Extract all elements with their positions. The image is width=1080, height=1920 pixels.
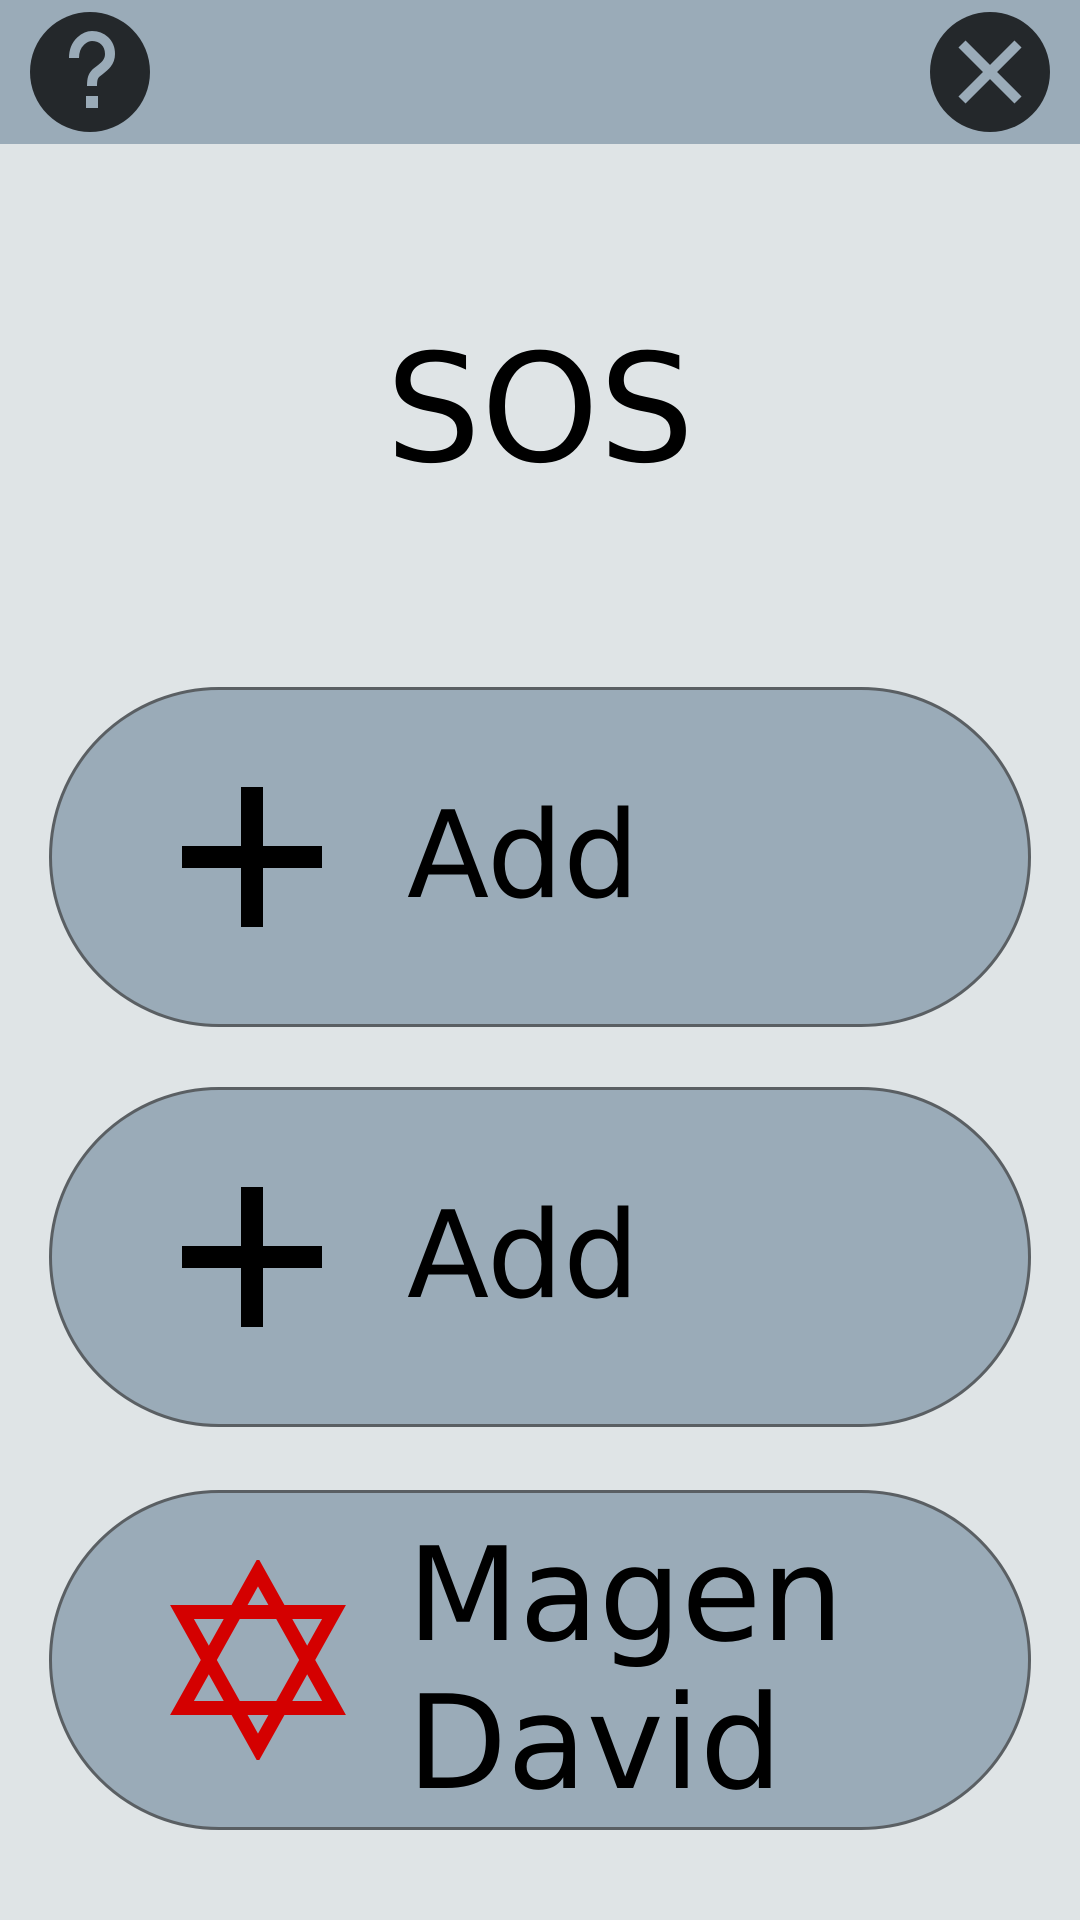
top-bar [0,0,1080,144]
add-contact-button-1[interactable]: Add [49,687,1031,1027]
plus-icon [182,787,322,927]
page-title: SOS [385,323,695,497]
help-button[interactable] [30,12,150,132]
contact-label: Add [407,787,640,926]
magen-david-adom-button[interactable]: Magen David Adom [49,1490,1031,1830]
close-x-icon [958,40,1022,104]
star-of-david-icon [170,1560,346,1760]
add-contact-button-2[interactable]: Add [49,1087,1031,1427]
question-mark-icon [69,30,116,108]
plus-icon [182,1187,322,1327]
close-button[interactable] [930,12,1050,132]
contact-label: Magen David Adom [407,1519,844,1827]
contact-label: Add [407,1187,640,1326]
